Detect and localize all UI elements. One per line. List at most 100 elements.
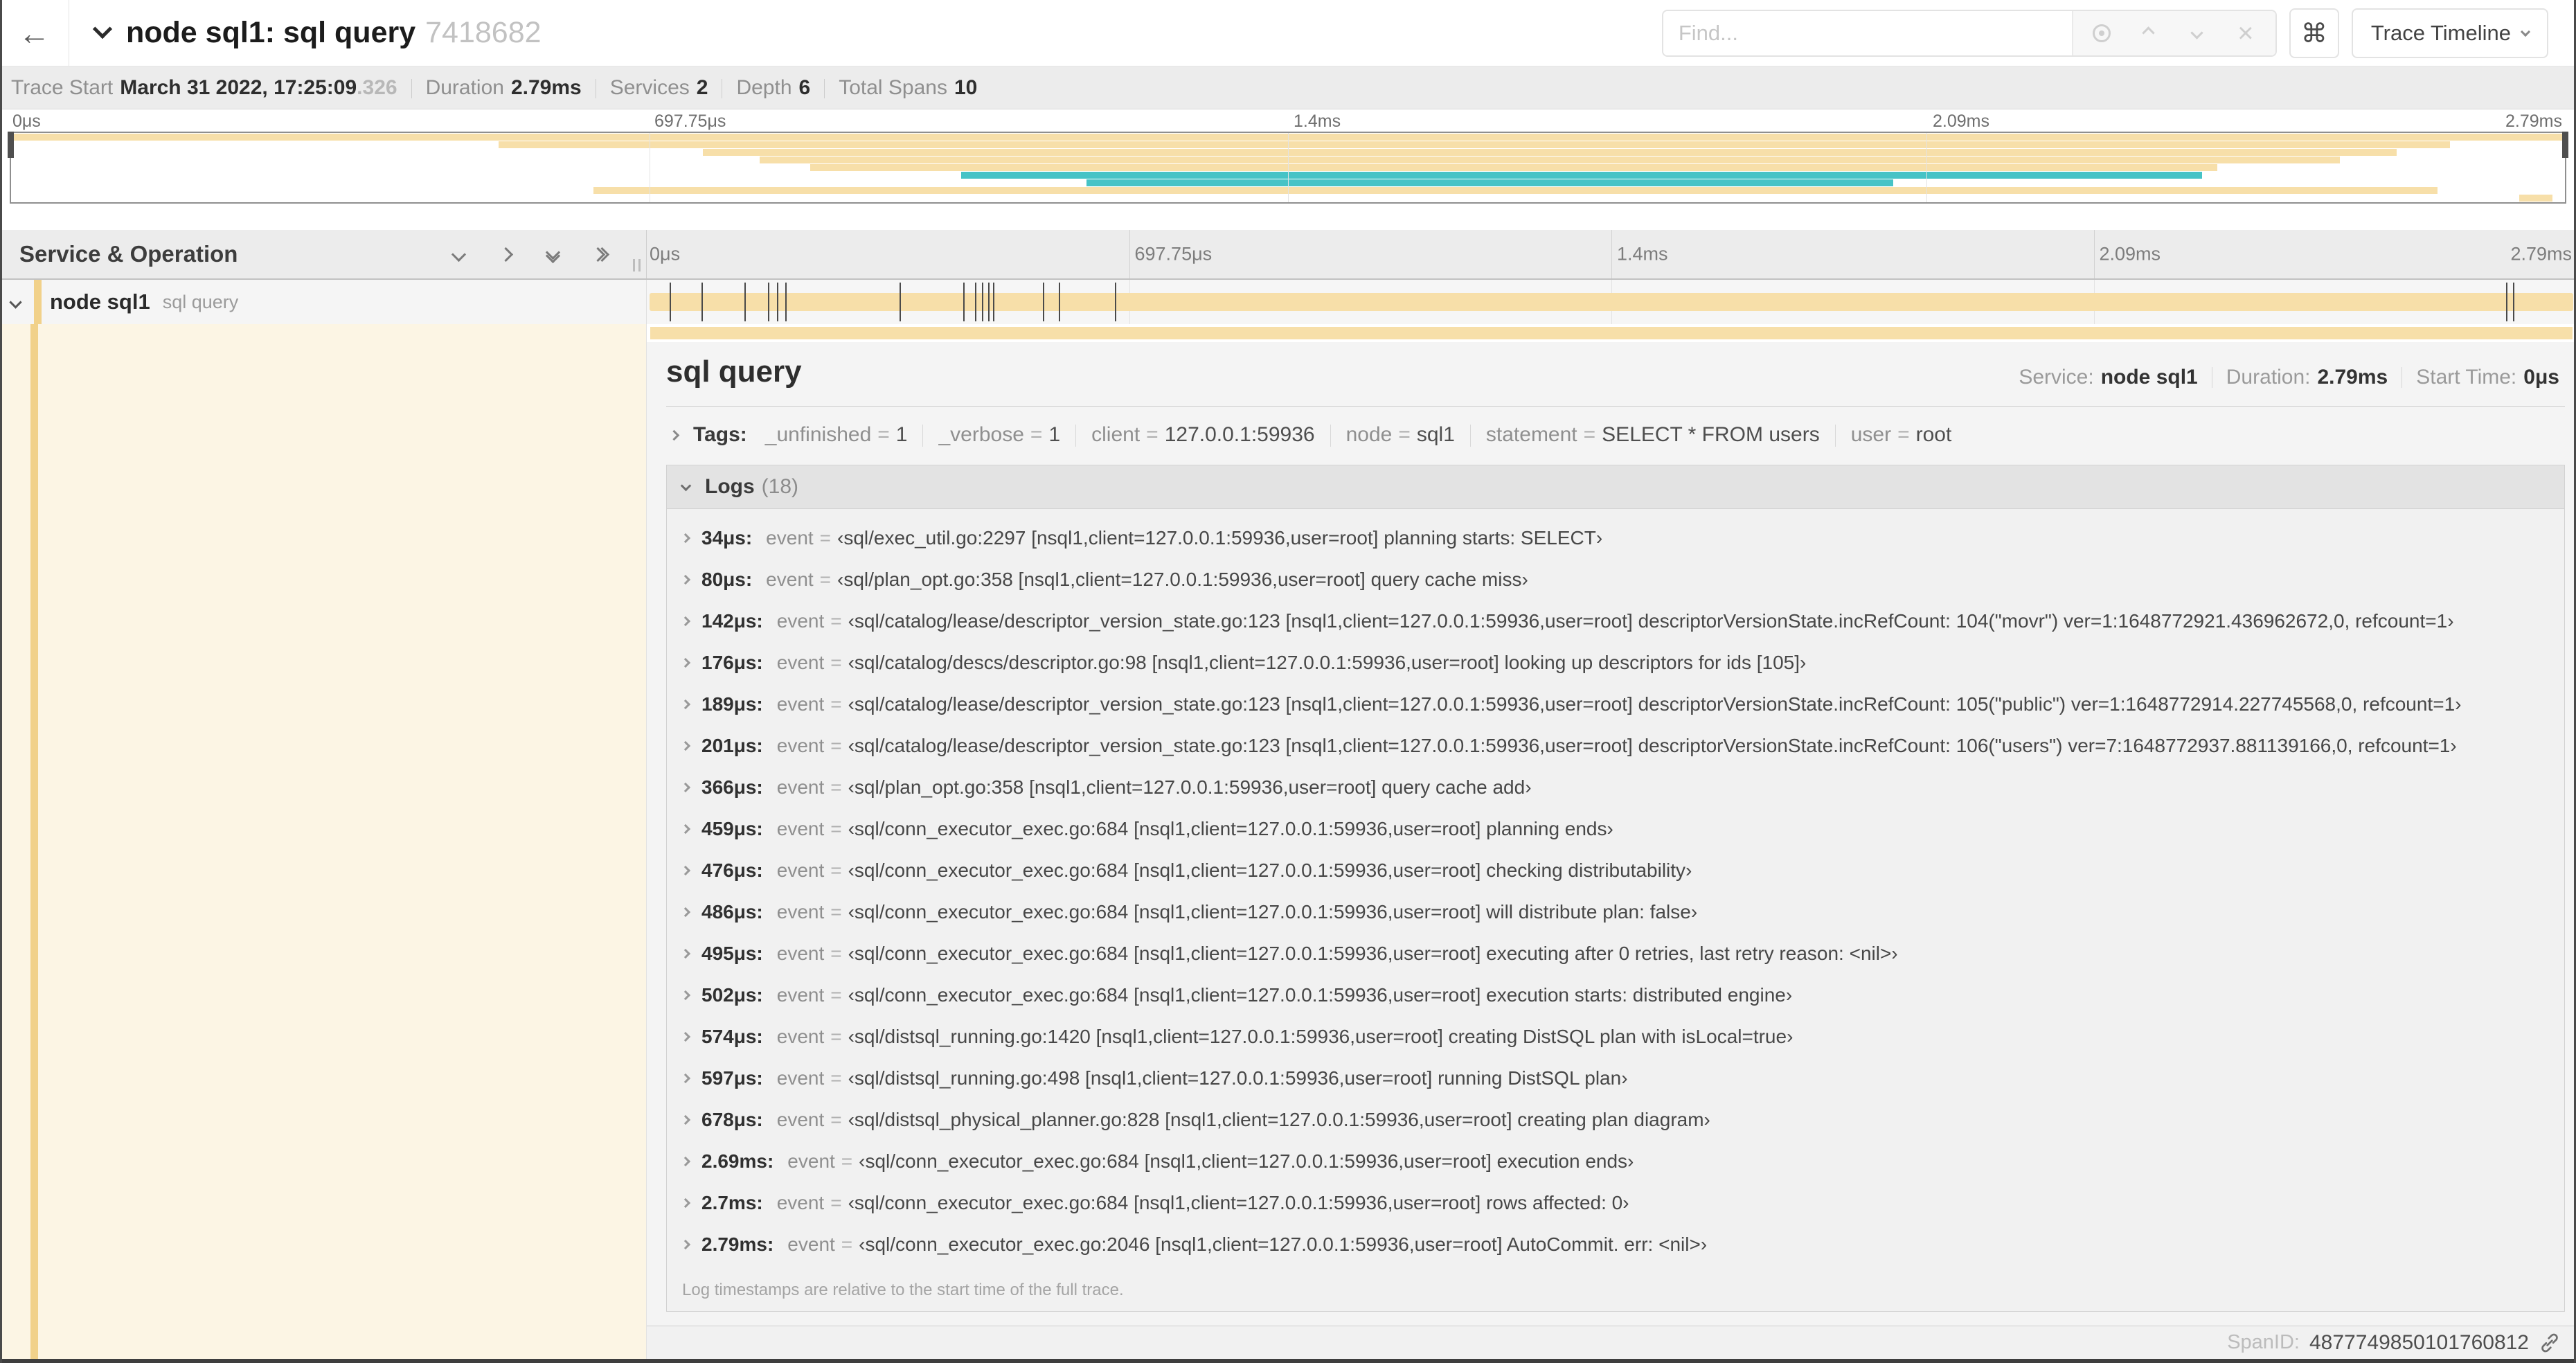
span-tree-column[interactable] [0,324,647,1359]
tag-key: user [1850,423,1892,446]
log-row[interactable]: 502μs: event = ‹sql/conn_executor_exec.go:6… [667,974,2564,1016]
viewport-drag-handle-right[interactable] [2562,132,2568,158]
expand-log-icon[interactable] [680,990,691,1001]
column-resize-grip[interactable] [633,259,641,271]
minimap-span-bar [2519,195,2552,202]
trace-summary-bar: Trace Start March 31 2022, 17:25:09.326 Du… [0,66,2576,109]
expand-log-icon[interactable] [680,658,691,668]
next-result-icon[interactable] [2187,23,2208,44]
expand-log-icon[interactable] [680,700,691,710]
summary-value: March 31 2022, 17:25:09 [120,75,357,99]
tags-list: _unfinished = 1 _verbose = 1 client = 127.0.0.1:… [765,423,1951,447]
log-field-key: event [787,1150,835,1173]
span-row[interactable]: node sql1 sql query [0,280,2576,324]
logs-footnote: Log timestamps are relative to the start… [682,1281,1124,1300]
log-row[interactable]: 2.79ms: event = ‹sql/conn_executor_exec.go:… [667,1224,2564,1265]
span-tree-indent-guide [30,324,38,1359]
summary-label: Trace Start [11,75,114,99]
log-timestamp: 2.79ms: [701,1233,774,1256]
log-row[interactable]: 34μs: event = ‹sql/exec_util.go:2297 [nsql1… [667,517,2564,559]
collapse-trace-header-icon[interactable] [92,19,113,39]
collapse-all-icon[interactable] [541,242,564,266]
collapse-children-icon[interactable] [9,295,22,309]
tag-equals: = [877,423,890,446]
clear-search-icon[interactable]: × [2235,19,2256,47]
log-field-key: event [776,1026,825,1048]
tag-divider [1075,425,1077,447]
expand-all-icon[interactable] [588,242,611,266]
minimap-ruler: 0μs 697.75μs 1.4ms 2.09ms 2.79ms [10,109,2566,132]
log-row[interactable]: 2.69ms: event = ‹sql/conn_executor_exec.go:… [667,1141,2564,1182]
log-row[interactable]: 201μs: event = ‹sql/catalog/lease/descripto… [667,725,2564,767]
copy-link-icon[interactable] [2539,1332,2561,1354]
log-row[interactable]: 597μs: event = ‹sql/distsql_running.go:498 … [667,1058,2564,1099]
ruler-tick-label: 0μs [12,112,41,131]
summary-label: Services [609,75,690,99]
span-id-label: SpanID: [2227,1331,2300,1353]
log-row[interactable]: 574μs: event = ‹sql/distsql_running.go:1420… [667,1016,2564,1058]
log-field-key: event [776,859,825,882]
log-row[interactable]: 176μs: event = ‹sql/catalog/descs/descripto… [667,642,2564,684]
ruler-tick-label: 2.09ms [1933,112,1989,131]
expand-log-icon[interactable] [680,866,691,876]
span-duration-bar[interactable] [650,293,2573,311]
expand-log-icon[interactable] [680,949,691,959]
collapse-one-icon[interactable] [447,242,470,266]
logs-section: Logs (18) 34μs: event = ‹sql/exec_util.go:2… [666,465,2565,1312]
expand-one-icon[interactable] [494,242,517,266]
expand-log-icon[interactable] [680,783,691,793]
expand-log-icon[interactable] [680,1157,691,1167]
expand-log-icon[interactable] [680,1032,691,1042]
log-row[interactable]: 678μs: event = ‹sql/distsql_physical_planne… [667,1099,2564,1141]
log-row[interactable]: 80μs: event = ‹sql/plan_opt.go:358 [nsql1,c… [667,559,2564,600]
log-timestamp: 495μs: [701,943,763,965]
log-row[interactable]: 459μs: event = ‹sql/conn_executor_exec.go:6… [667,808,2564,850]
log-row[interactable]: 476μs: event = ‹sql/conn_executor_exec.go:6… [667,850,2564,891]
expand-log-icon[interactable] [680,741,691,751]
tag-equals: = [1030,423,1043,446]
match-highlight-icon[interactable] [2092,24,2111,42]
log-field-key: event [776,610,825,632]
log-row[interactable]: 142μs: event = ‹sql/catalog/lease/descripto… [667,600,2564,642]
log-row[interactable]: 366μs: event = ‹sql/plan_opt.go:358 [nsql1,… [667,767,2564,808]
viewport-drag-handle-left[interactable] [8,132,14,158]
expand-log-icon[interactable] [680,907,691,918]
prev-result-icon[interactable] [2138,23,2159,44]
span-detail-panel: sql query Service: node sql1 Duration: 2.79… [647,324,2576,1359]
find-input[interactable] [1663,10,2072,55]
log-field-value: ‹sql/distsql_running.go:498 [nsql1,clien… [848,1067,1628,1089]
log-field-key: event [776,1192,825,1214]
expand-log-icon[interactable] [680,616,691,627]
span-bar-track[interactable] [647,280,2576,324]
log-row[interactable]: 189μs: event = ‹sql/catalog/lease/descripto… [667,684,2564,725]
log-row[interactable]: 2.7ms: event = ‹sql/conn_executor_exec.go:6… [667,1182,2564,1224]
ruler-tick-label: 2.09ms [2099,243,2161,265]
summary-label: Total Spans [839,75,947,99]
log-field-key: event [776,776,825,799]
expand-log-icon[interactable] [680,1240,691,1250]
expand-log-icon[interactable] [680,1074,691,1084]
tags-row[interactable]: Tags: _unfinished = 1 _verbose = 1 client = 127.… [666,407,2565,461]
logs-header[interactable]: Logs (18) [667,465,2564,510]
expand-log-icon[interactable] [680,1198,691,1209]
back-button[interactable]: ← [0,0,69,66]
collapse-logs-icon[interactable] [680,480,692,491]
minimap-span-bar [1086,179,1894,186]
expand-log-icon[interactable] [680,575,691,585]
expand-log-icon[interactable] [680,1115,691,1125]
log-timestamp: 80μs: [701,569,753,591]
find-result-controls: × [2071,10,2275,55]
log-field-key: event [776,693,825,715]
log-field-value: ‹sql/conn_executor_exec.go:684 [nsql1,cl… [848,901,1698,923]
log-marker [767,283,769,321]
span-meta: Service: node sql1 Duration: 2.79ms Start Ti… [2019,366,2565,389]
keyboard-shortcuts-button[interactable]: ⌘ [2289,8,2339,58]
log-row[interactable]: 486μs: event = ‹sql/conn_executor_exec.go:6… [667,891,2564,933]
minimap-canvas[interactable] [8,132,2568,204]
trace-view-select[interactable]: Trace Timeline [2351,8,2548,58]
expand-log-icon[interactable] [680,824,691,835]
expand-log-icon[interactable] [680,533,691,544]
log-row[interactable]: 495μs: event = ‹sql/conn_executor_exec.go:6… [667,933,2564,974]
expand-tags-icon[interactable] [668,429,680,440]
log-field-value: ‹sql/exec_util.go:2297 [nsql1,client=127… [837,527,1603,549]
